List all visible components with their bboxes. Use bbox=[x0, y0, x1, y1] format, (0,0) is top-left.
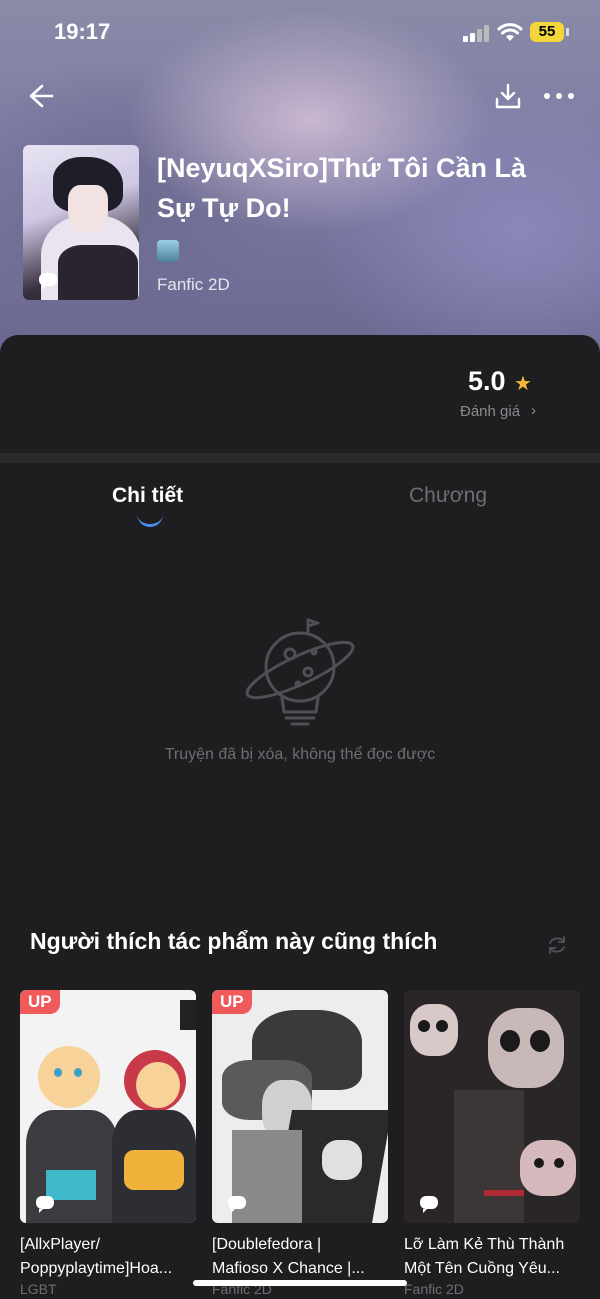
author-avatar[interactable] bbox=[157, 240, 179, 262]
card-cover-image[interactable]: UP bbox=[212, 990, 388, 1223]
card-title-line1[interactable]: [AllxPlayer/ bbox=[20, 1233, 196, 1257]
tab-chapters[interactable]: Chương bbox=[409, 484, 487, 508]
rating-label[interactable]: Đánh giá bbox=[460, 403, 520, 420]
story-category: Fanfic 2D bbox=[157, 275, 230, 294]
download-icon[interactable] bbox=[494, 82, 522, 110]
story-cover-image bbox=[23, 145, 139, 300]
recommendation-card[interactable]: UP [Doublefedora | Mafioso X Chance |...… bbox=[212, 990, 388, 1297]
more-dots-icon[interactable] bbox=[542, 90, 576, 102]
back-arrow-icon[interactable] bbox=[26, 82, 54, 110]
card-cover-image[interactable] bbox=[404, 990, 580, 1223]
home-indicator[interactable] bbox=[193, 1280, 407, 1286]
cellular-signal-icon bbox=[463, 24, 489, 42]
card-title-line2[interactable]: Mafioso X Chance |... bbox=[212, 1257, 388, 1281]
wifi-icon bbox=[497, 23, 523, 41]
battery-indicator: 55 bbox=[530, 22, 564, 42]
empty-state-message: Truyện đã bị xóa, không thể đọc được bbox=[164, 746, 436, 763]
card-title-line2[interactable]: Poppyplaytime]Hoa... bbox=[20, 1257, 196, 1281]
card-category: Fanfic 2D bbox=[404, 1281, 464, 1297]
card-title-line1[interactable]: Lỡ Làm Kẻ Thù Thành bbox=[404, 1233, 580, 1257]
recommendation-card[interactable]: UP [AllxPlayer/ Poppyplaytime]Hoa... LGB… bbox=[20, 990, 196, 1297]
comment-badge-icon bbox=[420, 1196, 438, 1213]
up-badge: UP bbox=[20, 990, 60, 1014]
card-title-line1[interactable]: [Doublefedora | bbox=[212, 1233, 388, 1257]
comment-badge-icon bbox=[36, 1196, 54, 1213]
section-divider bbox=[0, 453, 600, 463]
recommendations-title: Người thích tác phẩm này cũng thích bbox=[30, 928, 438, 954]
comment-badge-icon bbox=[228, 1196, 246, 1213]
card-title-line2[interactable]: Một Tên Cuồng Yêu... bbox=[404, 1257, 580, 1281]
recommendation-card[interactable]: Lỡ Làm Kẻ Thù Thành Một Tên Cuồng Yêu...… bbox=[404, 990, 580, 1297]
battery-tip bbox=[566, 28, 569, 36]
status-bar: 19:17 55 bbox=[0, 0, 600, 66]
tab-details[interactable]: Chi tiết bbox=[112, 484, 183, 508]
status-time: 19:17 bbox=[54, 19, 111, 44]
up-badge: UP bbox=[212, 990, 252, 1014]
refresh-icon[interactable] bbox=[546, 934, 568, 956]
rating-value: 5.0 bbox=[468, 366, 506, 396]
card-cover-image[interactable]: UP bbox=[20, 990, 196, 1223]
story-title: [NeyuqXSiro]Thứ Tôi Cần Là Sự Tự Do! bbox=[157, 153, 527, 223]
card-category: LGBT bbox=[20, 1281, 57, 1297]
chevron-right-icon[interactable]: › bbox=[531, 402, 536, 419]
planet-lightbulb-icon bbox=[245, 618, 355, 726]
comment-badge-icon bbox=[39, 273, 57, 290]
star-icon: ★ bbox=[514, 373, 532, 395]
